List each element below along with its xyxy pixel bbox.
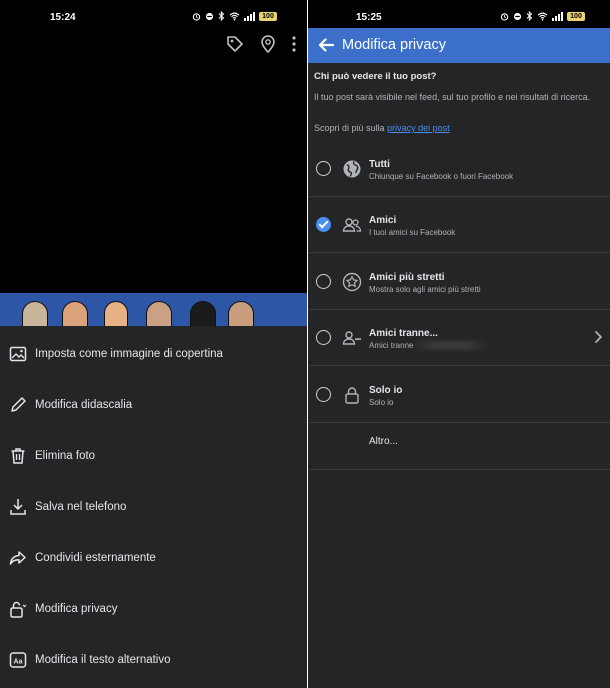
edit-privacy-item[interactable]: Modifica privacy: [0, 584, 307, 634]
signal-icon: [552, 11, 563, 21]
learn-more-prefix: Scopri di più sulla: [314, 123, 385, 133]
back-arrow-icon[interactable]: [317, 36, 335, 54]
radio-button-checked[interactable]: [316, 217, 331, 232]
alt-text-icon: Aa: [8, 650, 28, 670]
friends-icon: [341, 214, 363, 236]
status-time: 15:25: [356, 12, 382, 23]
edit-caption-label: Modifica didascalia: [35, 399, 133, 411]
option-title: Solo io: [369, 385, 403, 396]
save-to-phone-item[interactable]: Salva nel telefono: [0, 482, 307, 532]
star-icon: [341, 271, 363, 293]
wifi-icon: [537, 12, 548, 21]
battery-icon: 100: [259, 11, 277, 21]
bluetooth-icon: [218, 11, 225, 21]
option-subtitle: I tuoi amici su Facebook: [369, 228, 456, 237]
trash-icon: [8, 446, 28, 466]
alarm-icon: [192, 12, 201, 21]
bluetooth-icon: [526, 11, 533, 21]
photo-viewer-panel: 15:24 100 Imposta come immagine di coper…: [0, 0, 307, 688]
alarm-icon: [500, 12, 509, 21]
learn-more-line: Scopri di più sulla privacy dei post: [314, 123, 450, 133]
privacy-description: Il tuo post sarà visibile nel feed, sul …: [314, 92, 591, 102]
friends-except-icon: [341, 327, 363, 349]
photo-options-sheet: Imposta come immagine di copertina Modif…: [0, 326, 307, 688]
radio-button[interactable]: [316, 274, 331, 289]
tag-icon[interactable]: [225, 34, 245, 59]
battery-icon: 100: [567, 11, 585, 21]
option-subtitle: Mostra solo agli amici più stretti: [369, 285, 481, 294]
page-title: Modifica privacy: [342, 37, 446, 53]
status-bar: 15:24 100: [0, 0, 307, 34]
option-title: Amici: [369, 215, 397, 226]
download-icon: [8, 497, 28, 517]
dnd-icon: [205, 12, 214, 20]
more-vertical-icon[interactable]: [291, 34, 297, 59]
edit-privacy-panel: 15:25 100 Modifica privacy Chi può veder…: [308, 0, 610, 688]
privacy-question: Chi può vedere il tuo post?: [314, 71, 437, 82]
option-subtitle: Amici tranne: [369, 341, 414, 350]
lock-icon: [8, 599, 28, 619]
edit-privacy-label: Modifica privacy: [35, 603, 118, 615]
pencil-icon: [8, 395, 28, 415]
more-options-button[interactable]: Altro...: [369, 436, 398, 447]
set-cover-photo-item[interactable]: Imposta come immagine di copertina: [0, 329, 307, 379]
edit-caption-item[interactable]: Modifica didascalia: [0, 380, 307, 430]
edit-alt-text-item[interactable]: Aa Modifica il testo alternativo: [0, 635, 307, 685]
option-subtitle: Solo io: [369, 398, 394, 407]
signal-icon: [244, 11, 255, 21]
privacy-option-only-me[interactable]: Solo io Solo io: [308, 367, 610, 423]
photo-preview: [0, 293, 307, 327]
dnd-icon: [513, 12, 522, 20]
cover-image-icon: [8, 344, 28, 364]
option-title: Amici più stretti: [369, 272, 445, 283]
privacy-option-public[interactable]: Tutti Chiunque su Facebook o fuori Faceb…: [308, 141, 610, 197]
location-pin-icon[interactable]: [259, 34, 277, 59]
delete-photo-item[interactable]: Elimina foto: [0, 431, 307, 481]
delete-photo-label: Elimina foto: [35, 450, 96, 462]
lock-icon: [341, 384, 363, 406]
divider: [308, 469, 610, 470]
status-icons: 100: [192, 11, 277, 21]
option-title: Tutti: [369, 159, 390, 170]
blurred-names: [411, 341, 491, 350]
share-externally-item[interactable]: Condividi esternamente: [0, 533, 307, 583]
privacy-option-close-friends[interactable]: Amici più stretti Mostra solo agli amici…: [308, 254, 610, 310]
option-title: Amici tranne...: [369, 328, 438, 339]
share-externally-label: Condividi esternamente: [35, 552, 156, 564]
privacy-option-friends-except[interactable]: Amici tranne... Amici tranne: [308, 310, 610, 366]
option-subtitle: Chiunque su Facebook o fuori Facebook: [369, 172, 514, 181]
privacy-option-friends[interactable]: Amici I tuoi amici su Facebook: [308, 197, 610, 253]
set-cover-photo-label: Imposta come immagine di copertina: [35, 348, 223, 360]
photo-action-bar: [225, 34, 297, 59]
app-header: Modifica privacy: [308, 28, 610, 63]
status-time: 15:24: [50, 12, 76, 23]
radio-button[interactable]: [316, 387, 331, 402]
wifi-icon: [229, 12, 240, 21]
chevron-right-icon[interactable]: [592, 330, 604, 344]
post-privacy-link[interactable]: privacy dei post: [387, 123, 450, 133]
status-icons: 100: [500, 11, 585, 21]
share-icon: [8, 548, 28, 568]
globe-icon: [341, 158, 363, 180]
svg-text:Aa: Aa: [14, 658, 23, 665]
save-to-phone-label: Salva nel telefono: [35, 501, 127, 513]
radio-button[interactable]: [316, 330, 331, 345]
edit-alt-text-label: Modifica il testo alternativo: [35, 654, 171, 666]
radio-button[interactable]: [316, 161, 331, 176]
